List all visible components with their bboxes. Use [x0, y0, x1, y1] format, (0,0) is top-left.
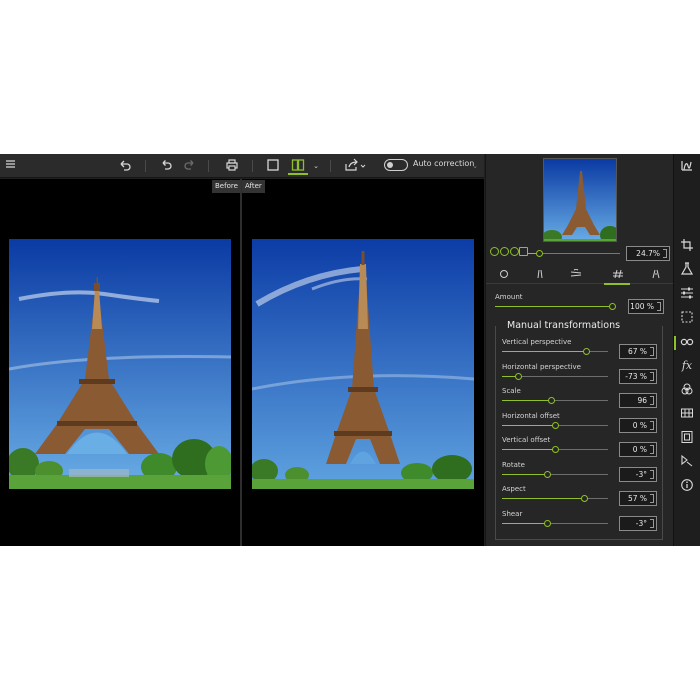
slider-value: 57 % — [627, 494, 647, 503]
slider-label: Horizontal offset — [502, 411, 560, 420]
hamburger-menu-icon[interactable] — [3, 157, 17, 175]
flask-icon[interactable] — [679, 262, 695, 278]
zoom-actual-size-icon[interactable] — [519, 247, 528, 256]
slider-value: -3° — [635, 469, 647, 479]
zoom-slider-handle[interactable] — [535, 250, 543, 257]
histogram-icon[interactable] — [679, 158, 695, 174]
slider-track[interactable] — [502, 498, 608, 499]
slider-value-field[interactable]: 0 % — [619, 417, 657, 433]
sliders-icon[interactable] — [679, 286, 695, 302]
slider-value-field[interactable]: 96 — [619, 393, 657, 408]
auto-correction-toggle[interactable] — [384, 159, 408, 171]
adjustment-panel: 24.7% Amount 100 % Manual transformation… — [485, 154, 674, 546]
active-tab-indicator — [604, 283, 630, 285]
slider-track[interactable] — [502, 473, 608, 475]
toolbar-separator — [208, 160, 209, 172]
slider-label: Rotate — [502, 460, 525, 469]
slider-handle[interactable] — [544, 470, 552, 478]
amount-slider-handle[interactable] — [608, 303, 616, 310]
slider-value-field[interactable]: 57 % — [619, 491, 657, 506]
slider-handle[interactable] — [515, 372, 523, 380]
slider-handle[interactable] — [544, 519, 552, 527]
slider-value-field[interactable]: 67 % — [619, 344, 657, 359]
slider-value: 0 % — [632, 445, 647, 454]
frame-icon[interactable] — [679, 430, 695, 446]
zoom-in-icon[interactable] — [490, 247, 499, 256]
slider-track[interactable] — [502, 522, 608, 524]
toolbar-separator — [252, 160, 253, 172]
slider-value: 96 — [637, 396, 647, 405]
slider-value: -3° — [635, 518, 647, 528]
slider-label: Aspect — [502, 485, 526, 493]
slider-label: Shear — [502, 509, 523, 518]
navigator-thumbnail[interactable] — [543, 158, 617, 242]
slider-value-field[interactable]: -3° — [619, 515, 657, 531]
effects-fx-icon[interactable]: fx — [679, 358, 695, 374]
amount-value-field[interactable]: 100 % — [628, 299, 664, 314]
slider-handle[interactable] — [551, 446, 559, 453]
slider-value: 67 % — [627, 347, 647, 356]
photo-editor-window: ⌄ Auto correction ⌄ Before After 24.7% A… — [0, 154, 700, 546]
slider-track[interactable] — [502, 351, 608, 352]
slider-value: 0 % — [632, 420, 647, 430]
split-view-icon[interactable] — [288, 157, 308, 175]
zoom-fit-icon[interactable] — [510, 247, 519, 256]
slider-value-field[interactable]: 0 % — [619, 442, 657, 457]
slider-handle[interactable] — [551, 421, 559, 429]
zoom-row: 24.7% — [486, 244, 674, 262]
slider-value: -73 % — [625, 371, 647, 381]
slider-value-field[interactable]: -3° — [619, 466, 657, 482]
before-photo — [9, 239, 231, 489]
tab-manual-transform-icon[interactable] — [608, 266, 628, 282]
amount-value: 100 % — [630, 302, 654, 311]
tab-horizontal-perspective-icon[interactable] — [566, 266, 586, 282]
toolbar-separator — [330, 160, 331, 172]
crop-icon[interactable] — [679, 238, 695, 254]
color-circles-icon[interactable] — [679, 382, 695, 398]
amount-slider[interactable] — [495, 306, 612, 307]
auto-correction-label: Auto correction — [413, 159, 475, 168]
tab-rotate-icon[interactable] — [494, 266, 514, 282]
transform-tabs — [486, 264, 674, 284]
redo-icon[interactable] — [181, 157, 199, 175]
transform-icon[interactable] — [679, 454, 695, 470]
print-icon[interactable] — [223, 157, 241, 175]
zoom-value-field[interactable]: 24.7% — [626, 246, 670, 261]
after-label[interactable]: After — [242, 180, 265, 193]
zoom-out-icon[interactable] — [500, 247, 509, 256]
info-icon[interactable] — [679, 478, 695, 494]
back-arrow-icon[interactable] — [116, 157, 134, 175]
slider-value-field[interactable]: -73 % — [619, 368, 657, 384]
image-canvas[interactable] — [0, 179, 484, 546]
amount-label: Amount — [495, 293, 523, 301]
single-view-icon[interactable] — [264, 157, 282, 175]
after-photo — [252, 239, 474, 489]
slider-label: Scale — [502, 387, 521, 395]
tab-lens-correction-icon[interactable] — [646, 266, 666, 282]
geometry-glasses-icon[interactable] — [679, 334, 695, 350]
slider-label: Vertical offset — [502, 436, 551, 444]
view-dropdown-chevron-icon[interactable]: ⌄ — [311, 157, 321, 175]
toolbar-more-chevron-icon[interactable]: ⌄ — [470, 157, 480, 175]
manual-transformations-title: Manual transformations — [504, 320, 624, 331]
slider-label: Horizontal perspective — [502, 362, 581, 371]
share-icon[interactable] — [342, 157, 368, 175]
tool-strip: fx — [673, 154, 700, 546]
top-toolbar: ⌄ Auto correction ⌄ — [0, 154, 484, 178]
slider-label: Vertical perspective — [502, 338, 572, 346]
split-divider[interactable] — [240, 179, 242, 546]
toolbar-separator — [145, 160, 146, 172]
tab-vertical-perspective-icon[interactable] — [530, 266, 550, 282]
before-label[interactable]: Before — [212, 180, 241, 193]
active-tool-indicator — [674, 336, 676, 350]
selection-icon[interactable] — [679, 310, 695, 326]
zoom-value: 24.7% — [636, 249, 660, 258]
undo-icon[interactable] — [157, 157, 175, 175]
grid-icon[interactable] — [679, 406, 695, 422]
